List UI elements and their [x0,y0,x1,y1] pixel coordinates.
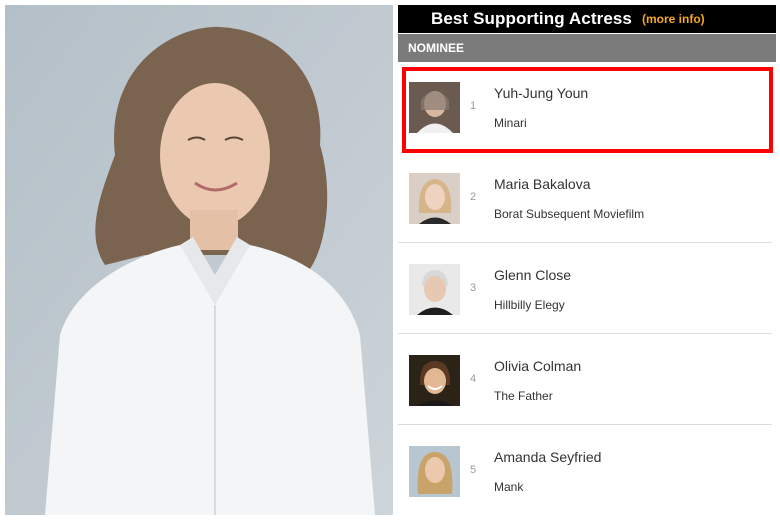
row-divider [398,424,772,425]
nominee-name[interactable]: Maria Bakalova [494,176,591,192]
nominee-row[interactable]: 3 Glenn Close Hillbilly Elegy [398,244,776,334]
more-info-link[interactable]: (more info) [642,12,705,26]
nominee-film[interactable]: Borat Subsequent Moviefilm [494,207,644,221]
nominee-name[interactable]: Amanda Seyfried [494,449,601,465]
nominee-film[interactable]: Mank [494,480,523,494]
nominee-panel: Best Supporting Actress (more info) NOMI… [398,5,776,517]
nominee-thumbnail [409,173,460,224]
nominee-name[interactable]: Olivia Colman [494,358,581,374]
nominee-row[interactable]: 4 Olivia Colman The Father [398,335,776,425]
column-header: NOMINEE [398,34,776,62]
nominee-name[interactable]: Glenn Close [494,267,571,283]
nominee-thumbnail [409,264,460,315]
row-divider [398,333,772,334]
nominee-thumbnail [409,355,460,406]
nominee-film[interactable]: Minari [494,116,527,130]
nominee-row[interactable]: 1 Yuh-Jung Youn Minari [398,62,776,152]
nominee-rank: 5 [470,464,477,476]
nominee-rank: 3 [470,282,477,294]
nominee-name[interactable]: Yuh-Jung Youn [494,85,588,101]
nominee-rank: 1 [470,100,477,112]
nominee-row[interactable]: 5 Amanda Seyfried Mank [398,426,776,516]
category-header: Best Supporting Actress (more info) [398,5,776,33]
nominee-film[interactable]: The Father [494,389,553,403]
nominee-rank: 2 [470,191,477,203]
nominee-thumbnail [409,446,460,497]
category-title: Best Supporting Actress [431,9,632,28]
nominee-row[interactable]: 2 Maria Bakalova Borat Subsequent Movief… [398,153,776,243]
nominee-thumbnail [409,82,460,133]
nominee-film[interactable]: Hillbilly Elegy [494,298,565,312]
row-divider [398,242,772,243]
nominee-rank: 4 [470,373,477,385]
portrait-photo [5,5,393,515]
